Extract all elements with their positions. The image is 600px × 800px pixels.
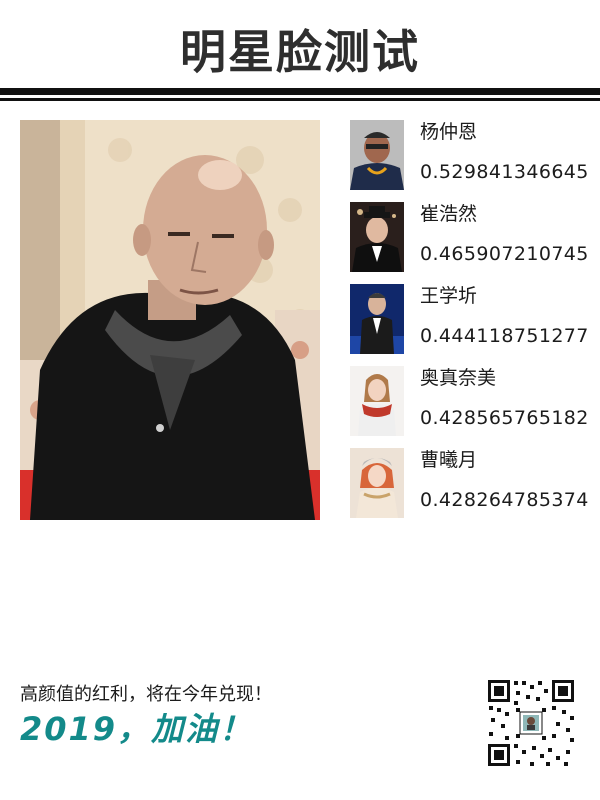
match-item[interactable]: 崔浩然 0.465907210745 [350, 202, 590, 274]
match-item[interactable]: 曹曦月 0.428264785374 [350, 448, 590, 520]
match-item[interactable]: 王学圻 0.444118751277 [350, 284, 590, 356]
celebrity-thumbnail [350, 284, 404, 354]
match-score: 0.428565765182 [420, 407, 589, 429]
header-divider-thin [0, 98, 600, 101]
match-item[interactable]: 奥真奈美 0.428565765182 [350, 366, 590, 438]
celebrity-thumbnail [350, 448, 404, 518]
match-score: 0.465907210745 [420, 243, 589, 265]
match-name: 曹曦月 [420, 449, 478, 471]
celebrity-photo-4 [350, 366, 404, 436]
match-item[interactable]: 杨仲恩 0.529841346645 [350, 120, 590, 192]
match-score: 0.444118751277 [420, 325, 589, 347]
qr-code-icon[interactable] [486, 678, 576, 768]
match-name: 奥真奈美 [420, 367, 497, 389]
portrait-illustration [20, 120, 320, 520]
celebrity-thumbnail [350, 366, 404, 436]
match-score: 0.529841346645 [420, 161, 589, 183]
celebrity-photo-3 [350, 284, 404, 354]
footer-slogan: 高颜值的红利，将在今年兑现！ [20, 684, 272, 705]
celebrity-photo-1 [350, 120, 404, 190]
footer-cheer: 2019，加油！ [20, 710, 254, 748]
match-name: 王学圻 [420, 285, 478, 307]
celebrity-thumbnail [350, 120, 404, 190]
match-name: 崔浩然 [420, 203, 478, 225]
celebrity-thumbnail [350, 202, 404, 272]
match-name: 杨仲恩 [420, 121, 478, 143]
page-title: 明星脸测试 [180, 25, 420, 79]
celebrity-photo-2 [350, 202, 404, 272]
qr-code-graphic [486, 678, 576, 768]
match-score: 0.428264785374 [420, 489, 589, 511]
celebrity-photo-5 [350, 448, 404, 518]
header-divider-thick [0, 88, 600, 95]
user-portrait-photo [20, 120, 320, 520]
